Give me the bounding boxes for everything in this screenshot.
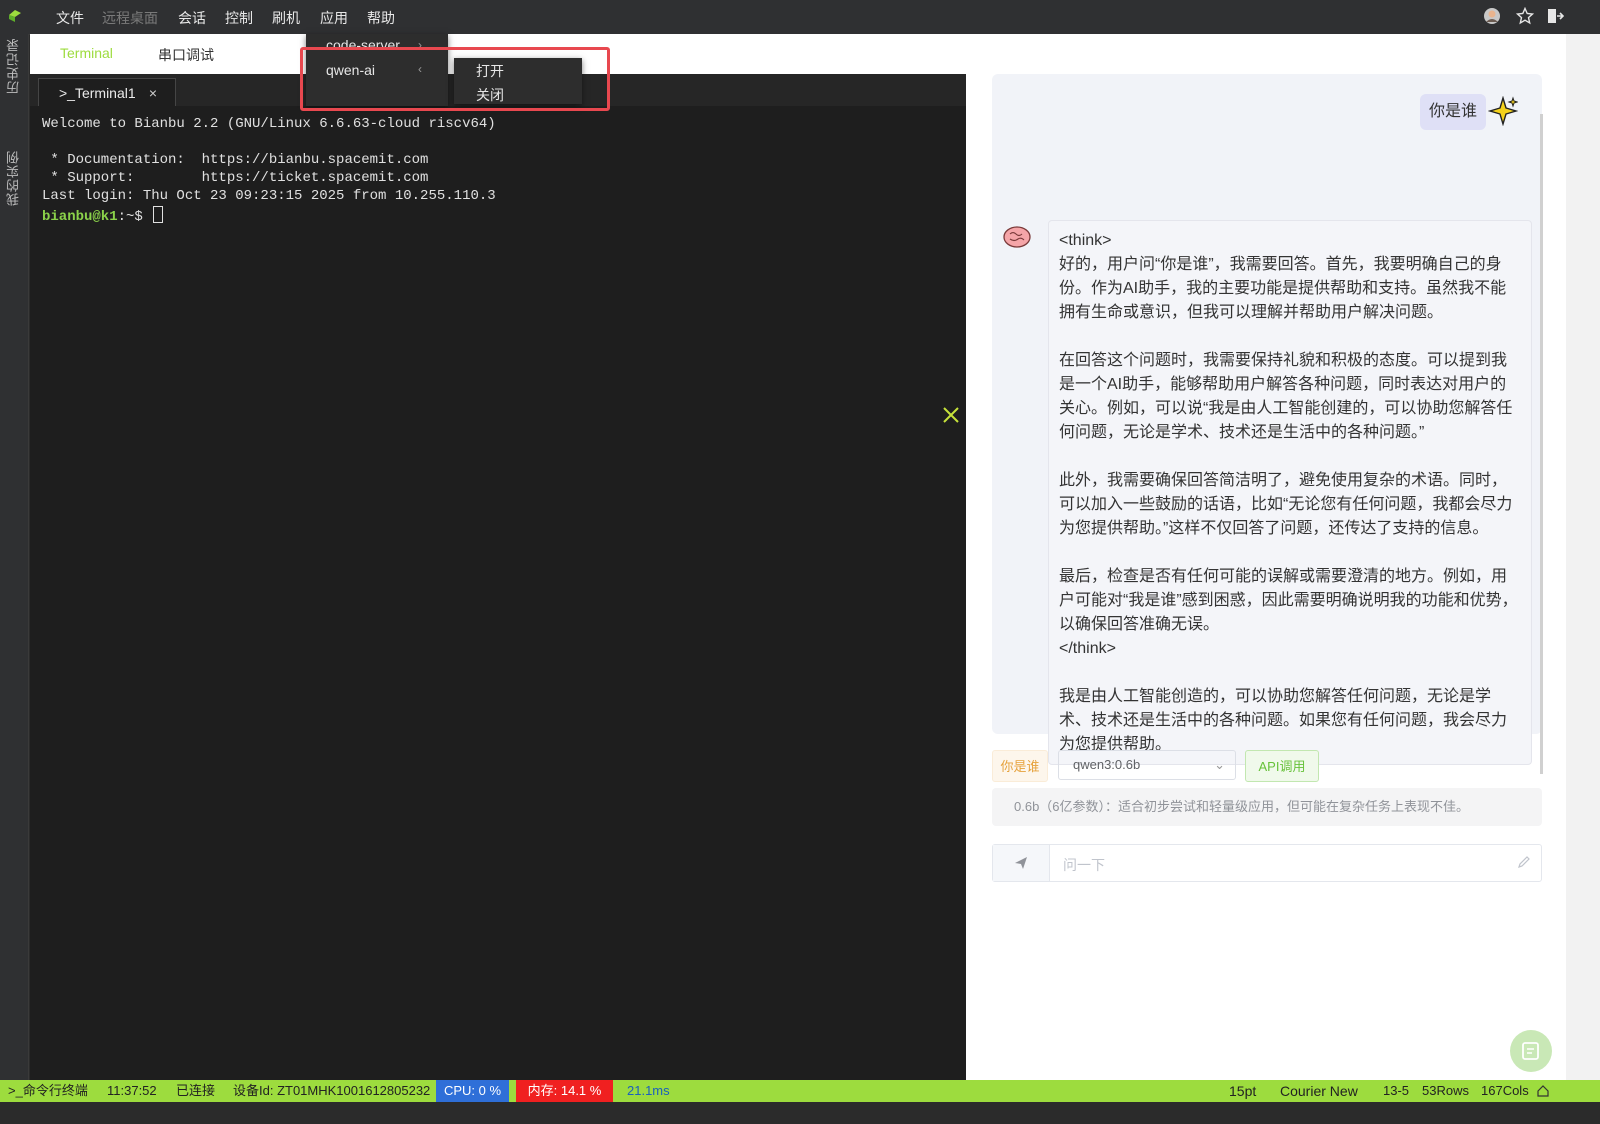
menu-help[interactable]: 帮助 bbox=[367, 8, 395, 28]
chat-scrollbar[interactable] bbox=[1540, 114, 1543, 774]
terminal-cursor bbox=[153, 206, 164, 223]
model-select[interactable]: qwen3:0.6b ⌄ bbox=[1058, 750, 1236, 780]
status-latency: 21.1ms bbox=[627, 1083, 670, 1098]
menu-remote-desktop[interactable]: 远程桌面 bbox=[102, 8, 158, 28]
api-call-button[interactable]: API调用 bbox=[1245, 750, 1319, 782]
ai-paragraph: 此外，我需要确保回答简洁明了，避免使用复杂的术语。同时，可以加入一些鼓励的话语，… bbox=[1059, 472, 1513, 537]
close-icon[interactable]: × bbox=[149, 79, 157, 107]
chat-history[interactable]: 你是谁 <think> 好的，用户问“你是谁”，我需要回答。首先，我要明确自己的… bbox=[992, 74, 1543, 774]
right-edge-strip bbox=[1566, 34, 1600, 1080]
status-connection: 已连接 bbox=[176, 1083, 216, 1098]
sparkle-icon bbox=[1488, 96, 1518, 126]
brain-icon bbox=[1003, 226, 1031, 248]
ai-paragraph: 最后，检查是否有任何可能的误解或需要澄清的地方。例如，用户可能对“我是谁”感到困… bbox=[1059, 568, 1518, 657]
home-icon[interactable] bbox=[1536, 1084, 1550, 1098]
status-cursor-position: 13-5 bbox=[1383, 1083, 1410, 1098]
pencil-icon bbox=[1518, 856, 1530, 868]
terminal-line: Welcome to Bianbu 2.2 (GNU/Linux 6.6.63-… bbox=[42, 116, 496, 132]
notes-fab-button[interactable] bbox=[1510, 1030, 1552, 1072]
terminal-prompt-line: bianbu@k1:~$ bbox=[42, 206, 164, 225]
menu-file[interactable]: 文件 bbox=[56, 8, 84, 28]
app-logo-icon bbox=[9, 10, 21, 22]
quick-prompt-chip[interactable]: 你是谁 bbox=[992, 750, 1048, 782]
menu-control[interactable]: 控制 bbox=[225, 8, 253, 28]
tab-serial-debug[interactable]: 串口调试 bbox=[158, 45, 214, 65]
status-bar: >_命令行终端 11:37:52 已连接 设备Id: ZT01MHK100161… bbox=[0, 1080, 1600, 1102]
tab-terminal[interactable]: Terminal bbox=[60, 45, 113, 61]
status-device-id: 设备Id: ZT01MHK1001612805232 bbox=[233, 1083, 431, 1098]
status-font-size: 15pt bbox=[1229, 1083, 1257, 1099]
sidebar-history-tab[interactable]: 历史记录 bbox=[4, 38, 23, 94]
terminal-tab-label: >_Terminal1 bbox=[59, 85, 136, 101]
chat-input[interactable]: 问一下 bbox=[1063, 855, 1105, 875]
terminal-output[interactable]: Welcome to Bianbu 2.2 (GNU/Linux 6.6.63-… bbox=[30, 106, 986, 1080]
model-select-value: qwen3:0.6b bbox=[1073, 757, 1141, 772]
chat-panel: 你是谁 <think> 好的，用户问“你是谁”，我需要回答。首先，我要明确自己的… bbox=[966, 34, 1566, 1080]
sidebar-instances-label: 我的实例 bbox=[6, 150, 21, 206]
close-x-icon[interactable] bbox=[942, 406, 960, 424]
menu-flash[interactable]: 刷机 bbox=[272, 8, 300, 28]
menu-bar: 文件 远程桌面 会话 控制 刷机 应用 帮助 bbox=[0, 0, 1600, 35]
model-info: 0.6b（6亿参数）：适合初步尝试和轻量级应用，但可能在复杂任务上表现不佳。 bbox=[992, 788, 1542, 826]
status-cpu: CPU: 0 % bbox=[436, 1080, 509, 1102]
note-edit-icon bbox=[1522, 1042, 1539, 1060]
send-icon bbox=[1015, 857, 1027, 869]
terminal-line: Last login: Thu Oct 23 09:23:15 2025 fro… bbox=[42, 188, 496, 204]
status-rows: 53Rows bbox=[1422, 1083, 1469, 1098]
menu-apps[interactable]: 应用 bbox=[320, 8, 348, 28]
avatar-icon[interactable] bbox=[1483, 7, 1501, 25]
terminal-tab-terminal1[interactable]: >_Terminal1 × bbox=[38, 78, 176, 106]
chat-input-box: 问一下 bbox=[992, 844, 1542, 882]
status-time: 11:37:52 bbox=[107, 1083, 157, 1098]
star-icon[interactable] bbox=[1516, 7, 1534, 25]
status-terminal-mode: >_命令行终端 bbox=[8, 1083, 88, 1098]
logout-icon[interactable] bbox=[1546, 7, 1564, 25]
terminal-prompt-suffix: :~$ bbox=[117, 209, 152, 225]
ai-paragraph: 在回答这个问题时，我需要保持礼貌和积极的态度。可以提到我是一个AI助手，能够帮助… bbox=[1059, 352, 1513, 441]
status-font-name: Courier New bbox=[1280, 1083, 1358, 1099]
terminal-line: * Support: https://ticket.spacemit.com bbox=[42, 170, 429, 186]
user-message: 你是谁 bbox=[1420, 94, 1487, 130]
ai-paragraph: <think> 好的，用户问“你是谁”，我需要回答。首先，我要明确自己的身份。作… bbox=[1059, 232, 1507, 321]
sidebar-instances-tab[interactable]: 我的实例 bbox=[4, 150, 23, 206]
ai-paragraph: 我是由人工智能创造的，可以协助您解答任何问题，无论是学术、技术还是生活中的各种问… bbox=[1059, 688, 1508, 753]
annotation-highlight-box bbox=[300, 47, 610, 111]
terminal-line: * Documentation: https://bianbu.spacemit… bbox=[42, 152, 429, 168]
sidebar-history-label: 历史记录 bbox=[6, 38, 21, 94]
status-memory: 内存: 14.1 % bbox=[516, 1080, 613, 1102]
left-sidebar: 历史记录 我的实例 bbox=[0, 34, 29, 1102]
chevron-down-icon: ⌄ bbox=[1214, 757, 1225, 772]
status-cols: 167Cols bbox=[1481, 1083, 1529, 1098]
menu-session[interactable]: 会话 bbox=[178, 8, 206, 28]
send-button[interactable] bbox=[993, 845, 1050, 881]
bottom-edge bbox=[0, 1102, 1600, 1124]
ai-message: <think> 好的，用户问“你是谁”，我需要回答。首先，我要明确自己的身份。作… bbox=[1048, 220, 1532, 765]
terminal-prompt: bianbu@k1 bbox=[42, 209, 118, 225]
